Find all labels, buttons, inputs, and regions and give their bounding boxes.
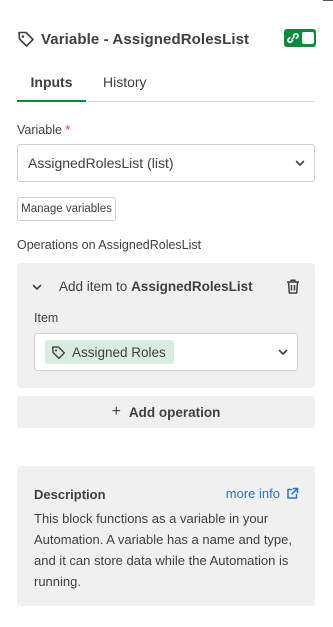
variable-pill[interactable]: Assigned Roles [45, 340, 174, 364]
tag-icon [51, 345, 66, 360]
more-info-link[interactable]: more info [226, 486, 299, 501]
chevron-down-icon [277, 346, 289, 358]
operation-card: Add item to AssignedRolesList Item Assig… [17, 263, 315, 388]
plus-icon: + [111, 403, 121, 420]
tab-bar: Inputs History [17, 66, 315, 102]
enable-toggle[interactable] [284, 29, 316, 47]
item-label: Item [34, 311, 59, 325]
tab-inputs[interactable]: Inputs [17, 74, 86, 102]
window-edge-line [323, 0, 333, 1]
operation-title-target: AssignedRolesList [131, 279, 253, 294]
trash-icon[interactable] [285, 278, 301, 295]
variable-select[interactable]: AssignedRolesList (list) [17, 144, 315, 182]
link-icon [286, 31, 300, 45]
panel-header: Variable - AssignedRolesList [17, 28, 317, 50]
description-text: This block functions as a variable in yo… [34, 511, 293, 589]
operation-title[interactable]: Add item to AssignedRolesList [59, 279, 253, 294]
operations-heading: Operations on AssignedRolesList [17, 238, 202, 252]
add-operation-button[interactable]: + Add operation [17, 396, 315, 428]
manage-variables-button[interactable]: Manage variables [17, 197, 116, 221]
variable-label: Variable * [17, 123, 70, 137]
tag-icon [17, 30, 35, 48]
variable-select-value: AssignedRolesList (list) [28, 155, 174, 171]
chevron-down-icon [294, 157, 306, 169]
more-info-label: more info [225, 486, 280, 501]
variable-label-text: Variable [17, 123, 62, 137]
variable-pill-label: Assigned Roles [72, 344, 166, 360]
add-operation-label: Add operation [128, 404, 221, 420]
panel-title: Variable - AssignedRolesList [41, 30, 250, 48]
toggle-knob [302, 32, 314, 44]
item-select[interactable]: Assigned Roles [34, 333, 298, 371]
external-link-icon [286, 487, 299, 500]
tab-history[interactable]: History [103, 74, 147, 90]
required-mark: * [65, 123, 71, 137]
description-title: Description [34, 487, 106, 502]
chevron-down-icon[interactable] [31, 281, 43, 293]
description-card: Description more info This block functio… [17, 466, 315, 606]
operation-title-prefix: Add item to [59, 279, 128, 294]
